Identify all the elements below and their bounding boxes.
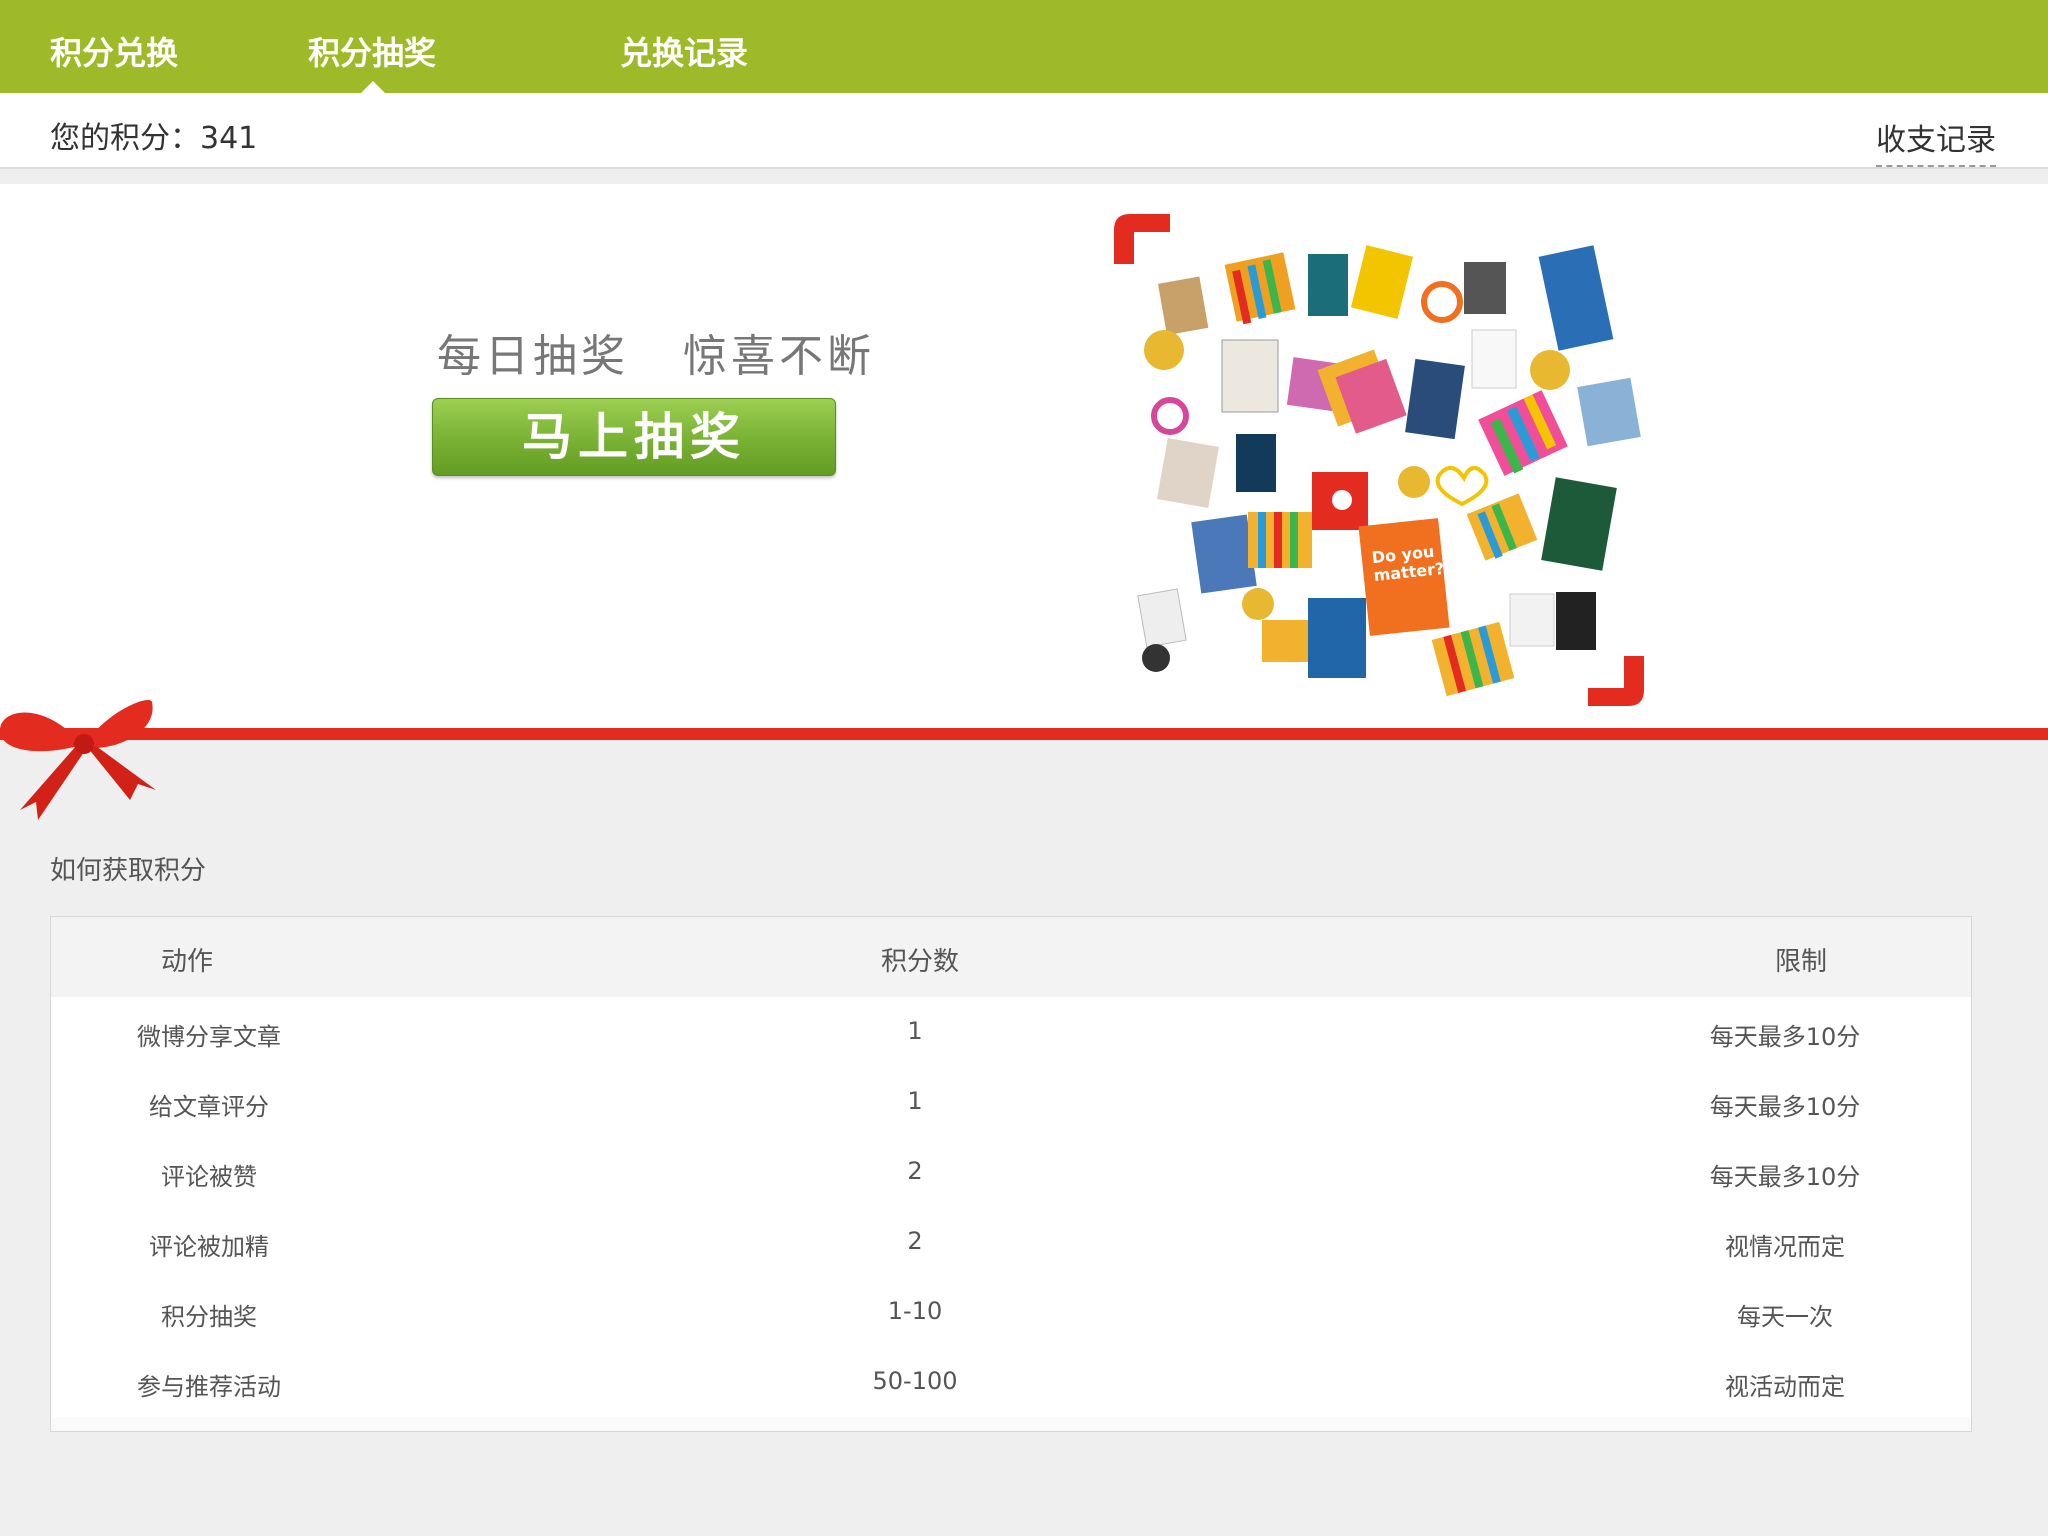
- tab-points-lottery[interactable]: 积分抽奖: [308, 28, 436, 74]
- table-header: 动作 积分数 限制: [51, 917, 1971, 997]
- cell-points: 2: [907, 1157, 923, 1185]
- cell-limit: 每天最多10分: [1709, 1163, 1861, 1191]
- points-bar: 您的积分：341 收支记录: [0, 93, 2048, 169]
- table-row: 评论被加精 2 视情况而定: [51, 1207, 1971, 1278]
- tab-points-exchange[interactable]: 积分兑换: [50, 28, 178, 74]
- cell-limit: 每天最多10分: [1709, 1023, 1861, 1051]
- header-points: 积分数: [881, 947, 960, 977]
- cell-limit: 视情况而定: [1725, 1233, 1845, 1261]
- prize-collage-image: Do you matter?: [1114, 214, 1644, 706]
- how-to-earn-title: 如何获取积分: [50, 856, 207, 886]
- cell-limit: 视活动而定: [1725, 1373, 1845, 1401]
- points-balance: 您的积分：341: [50, 121, 258, 156]
- cell-action: 积分抽奖: [161, 1303, 257, 1331]
- cell-points: 1: [907, 1017, 923, 1045]
- header-action: 动作: [161, 947, 214, 977]
- header-limit: 限制: [1775, 947, 1828, 977]
- lottery-banner: 每日抽奖 惊喜不断 马上抽奖 Do you matter?: [0, 184, 2048, 728]
- cell-limit: 每天最多10分: [1709, 1093, 1861, 1121]
- table-row: 参与推荐活动 50-100 视活动而定: [51, 1347, 1971, 1417]
- cell-points: 50-100: [872, 1367, 958, 1395]
- cell-points: 1-10: [887, 1297, 943, 1325]
- cell-action: 评论被赞: [161, 1163, 257, 1191]
- cell-points: 2: [907, 1227, 923, 1255]
- ledger-link[interactable]: 收支记录: [1876, 115, 1996, 167]
- table-row: 微博分享文章 1 每天最多10分: [51, 997, 1971, 1068]
- active-tab-indicator: [361, 81, 385, 93]
- points-rules-table: 动作 积分数 限制 微博分享文章 1 每天最多10分 给文章评分 1 每天最多1…: [50, 916, 1972, 1432]
- cell-action: 给文章评分: [149, 1093, 269, 1121]
- table-row: 评论被赞 2 每天最多10分: [51, 1137, 1971, 1208]
- cell-action: 评论被加精: [149, 1233, 269, 1261]
- ribbon-bow-icon: [0, 699, 156, 820]
- tab-exchange-history[interactable]: 兑换记录: [620, 28, 748, 74]
- cell-points: 1: [907, 1087, 923, 1115]
- lottery-slogan: 每日抽奖 惊喜不断: [437, 331, 875, 382]
- cell-action: 参与推荐活动: [137, 1373, 281, 1401]
- ribbon-line: [0, 728, 2048, 740]
- table-row: 积分抽奖 1-10 每天一次: [51, 1277, 1971, 1348]
- top-nav: 积分兑换 积分抽奖 兑换记录: [0, 0, 2048, 93]
- cell-limit: 每天一次: [1737, 1303, 1833, 1331]
- table-row: 给文章评分 1 每天最多10分: [51, 1067, 1971, 1138]
- draw-now-button[interactable]: 马上抽奖: [432, 398, 836, 476]
- cell-action: 微博分享文章: [137, 1023, 281, 1051]
